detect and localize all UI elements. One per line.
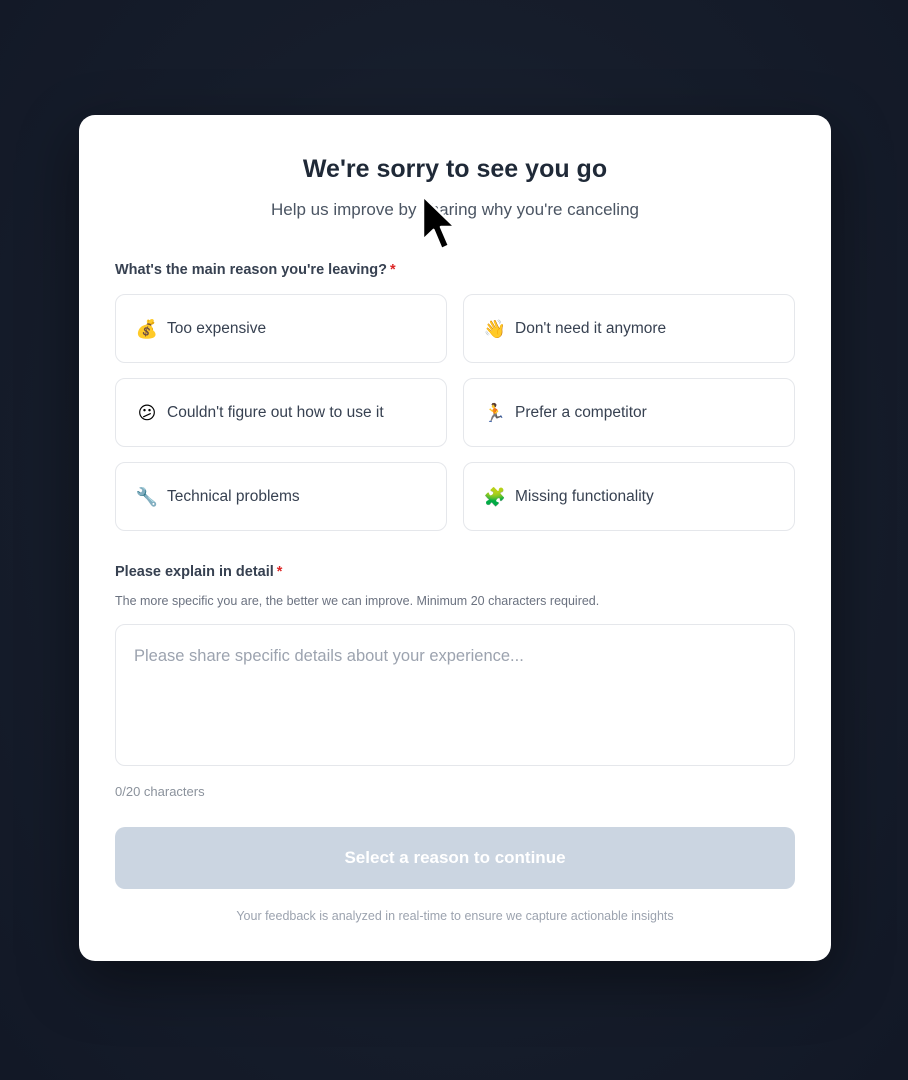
detail-label-text: Please explain in detail xyxy=(115,564,274,580)
continue-button[interactable]: Select a reason to continue xyxy=(115,827,795,889)
reason-option-technical-problems[interactable]: 🔧 Technical problems xyxy=(115,462,447,531)
money-bag-icon: 💰 xyxy=(135,318,159,339)
reason-options: 💰 Too expensive 👋 Don't need it anymore … xyxy=(115,294,795,531)
running-person-icon: 🏃 xyxy=(483,402,507,423)
reason-option-label: Missing functionality xyxy=(515,487,654,505)
detail-label: Please explain in detail * xyxy=(115,564,282,580)
reason-question-label: What's the main reason you're leaving? * xyxy=(115,262,396,278)
reason-option-hard-to-use[interactable]: 😕 Couldn't figure out how to use it xyxy=(115,378,447,447)
confused-face-icon: 😕 xyxy=(137,402,157,423)
reason-option-label: Don't need it anymore xyxy=(515,319,667,337)
modal-title: We're sorry to see you go xyxy=(302,155,608,183)
reason-option-dont-need[interactable]: 👋 Don't need it anymore xyxy=(463,294,795,363)
reason-option-missing-functionality[interactable]: 🧩 Missing functionality xyxy=(463,462,795,531)
reason-option-label: Couldn't figure out how to use it xyxy=(167,403,384,421)
waving-hand-icon: 👋 xyxy=(483,318,507,339)
required-mark: * xyxy=(390,262,396,278)
wrench-icon: 🔧 xyxy=(135,486,159,507)
modal-subtitle: Help us improve by sharing why you're ca… xyxy=(271,200,639,219)
character-counter: 0/20 characters xyxy=(115,784,205,799)
puzzle-piece-icon: 🧩 xyxy=(483,486,507,507)
footnote-text: Your feedback is analyzed in real-time t… xyxy=(236,909,674,923)
reason-option-competitor[interactable]: 🏃 Prefer a competitor xyxy=(463,378,795,447)
reason-option-too-expensive[interactable]: 💰 Too expensive xyxy=(115,294,447,363)
reason-option-label: Technical problems xyxy=(167,487,300,505)
required-mark: * xyxy=(276,564,283,580)
detail-textarea[interactable] xyxy=(115,624,795,766)
reason-option-label: Prefer a competitor xyxy=(515,403,647,421)
cancellation-survey-modal: We're sorry to see you go Help us improv… xyxy=(79,115,831,961)
detail-help-text: The more specific you are, the better we… xyxy=(115,594,600,608)
reason-option-label: Too expensive xyxy=(167,319,267,337)
reason-question-text: What's the main reason you're leaving? xyxy=(115,262,387,278)
